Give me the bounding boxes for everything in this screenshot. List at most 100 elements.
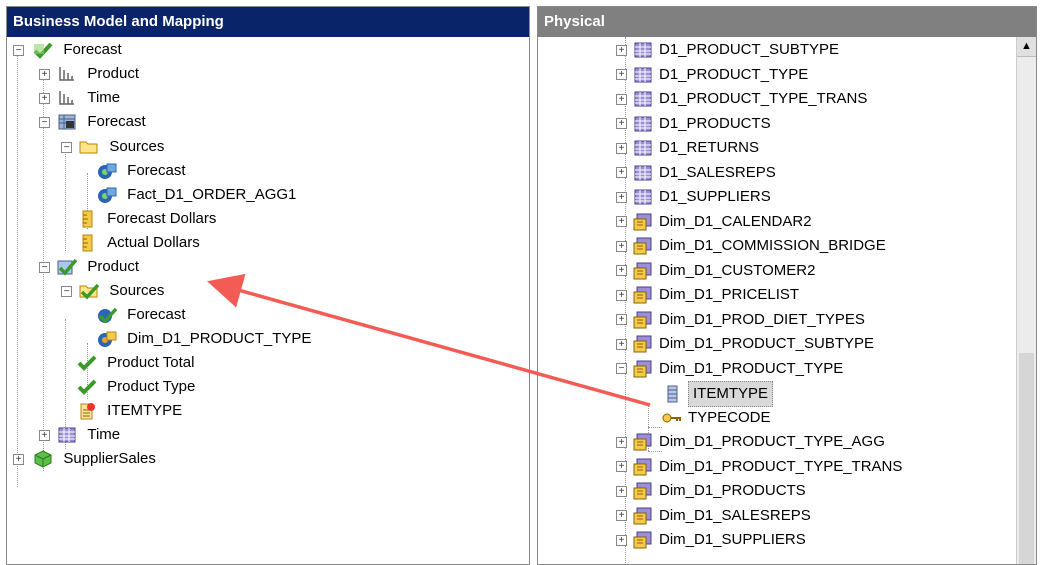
tree-item-d1-products[interactable]: + D1_PRODUCTS [616, 112, 771, 136]
table-icon [633, 115, 653, 133]
tree-item-d1-product-subtype[interactable]: + D1_PRODUCT_SUBTYPE [616, 38, 839, 62]
collapse-icon[interactable]: − [13, 45, 24, 56]
tree-item-d1-returns[interactable]: + D1_RETURNS [616, 136, 759, 160]
hierarchy-icon [57, 89, 77, 107]
tree-item-typecode[interactable]: TYPECODE [662, 406, 771, 430]
tree-item-itemtype[interactable]: ITEMTYPE [662, 381, 774, 407]
tree-item-label: D1_PRODUCT_TYPE [659, 65, 809, 83]
tree-item-label: D1_PRODUCTS [659, 114, 771, 132]
tree-item-d1-suppliers[interactable]: + D1_SUPPLIERS [616, 185, 771, 209]
sources-check-icon [79, 282, 100, 300]
collapse-icon[interactable]: − [61, 286, 72, 297]
expand-icon[interactable]: + [39, 93, 50, 104]
expand-icon[interactable]: + [616, 265, 627, 277]
collapse-icon[interactable]: − [616, 363, 627, 375]
logical-table-icon [57, 258, 78, 276]
expand-icon[interactable]: + [39, 69, 50, 80]
tree-item-dim-d1-product-subtype[interactable]: + Dim_D1_PRODUCT_SUBTYPE [616, 332, 874, 356]
tree-item-supplier-sales[interactable]: + SupplierSales [7, 447, 156, 471]
expand-icon[interactable]: + [616, 510, 627, 522]
expand-icon[interactable]: + [39, 430, 50, 441]
tree-item-source-forecast[interactable]: Forecast [97, 159, 186, 183]
expand-icon[interactable]: + [616, 289, 627, 301]
tree-item-product-sources[interactable]: − Sources [55, 279, 164, 303]
tree-item-product-table[interactable]: − Product [33, 255, 139, 279]
tree-item-d1-product-type[interactable]: + D1_PRODUCT_TYPE [616, 63, 808, 87]
expand-icon[interactable]: + [616, 69, 627, 81]
expand-icon[interactable]: + [616, 44, 627, 56]
tree-item-d1-salesreps[interactable]: + D1_SALESREPS [616, 161, 776, 185]
collapse-icon[interactable]: − [39, 262, 50, 273]
expand-icon[interactable]: + [616, 534, 627, 546]
expand-icon[interactable]: + [616, 191, 627, 203]
tree-item-dim-d1-customer2[interactable]: + Dim_D1_CUSTOMER2 [616, 259, 815, 283]
expand-icon[interactable]: + [616, 338, 627, 350]
expand-icon[interactable]: + [616, 167, 627, 179]
tree-item-dim-d1-product-type-trans[interactable]: + Dim_D1_PRODUCT_TYPE_TRANS [616, 455, 902, 479]
expand-icon[interactable]: + [13, 454, 24, 465]
logical-source-icon [97, 162, 117, 180]
tree-item-product-type[interactable]: Product Type [77, 375, 195, 399]
business-model-icon [33, 41, 53, 59]
scrollbar-thumb[interactable] [1019, 353, 1034, 564]
tree-item-label: Dim_D1_PRICELIST [659, 286, 800, 304]
folder-icon [79, 138, 99, 156]
tree-item-product-total[interactable]: Product Total [77, 351, 194, 375]
expand-icon[interactable]: + [616, 93, 627, 105]
logical-source-icon [97, 186, 117, 204]
expand-icon[interactable]: + [616, 240, 627, 252]
collapse-icon[interactable]: − [61, 142, 72, 153]
tree-item-itemtype-column[interactable]: ITEMTYPE [77, 399, 182, 423]
tree-item-source-fact-order-agg[interactable]: Fact_D1_ORDER_AGG1 [97, 183, 296, 207]
tree-item-forecast-fact[interactable]: − Forecast [33, 110, 146, 134]
alias-table-icon [633, 286, 653, 304]
tree-item-dim-d1-pricelist[interactable]: + Dim_D1_PRICELIST [616, 283, 799, 307]
tree-item-label: Dim_D1_PRODUCT_SUBTYPE [659, 335, 875, 353]
vertical-scrollbar[interactable]: ▲ [1016, 37, 1036, 564]
tree-item-label: Dim_D1_COMMISSION_BRIDGE [659, 237, 886, 255]
check-icon [77, 354, 97, 372]
expand-icon[interactable]: + [616, 142, 627, 154]
expand-icon[interactable]: + [616, 118, 627, 130]
measure-icon [77, 210, 97, 228]
physical-panel-header: Physical [538, 7, 1036, 37]
tree-item-dim-d1-calendar2[interactable]: + Dim_D1_CALENDAR2 [616, 210, 812, 234]
expand-icon[interactable]: + [616, 485, 627, 497]
scroll-up-button[interactable]: ▲ [1017, 37, 1036, 57]
tree-item-dim-d1-product-type-agg[interactable]: + Dim_D1_PRODUCT_TYPE_AGG [616, 430, 885, 454]
alias-table-icon [633, 482, 653, 500]
logical-source-check-icon [97, 306, 118, 324]
tree-item-dim-d1-products[interactable]: + Dim_D1_PRODUCTS [616, 479, 806, 503]
alias-table-icon [633, 458, 653, 476]
tree-item-dim-d1-product-type[interactable]: − Dim_D1_PRODUCT_TYPE [616, 357, 843, 381]
tree-item-time-hierarchy[interactable]: + Time [33, 86, 120, 110]
tree-item-label: Dim_D1_PRODUCT_TYPE_TRANS [659, 457, 903, 475]
table-icon [633, 66, 653, 84]
tree-item-dim-d1-suppliers[interactable]: + Dim_D1_SUPPLIERS [616, 528, 806, 552]
tree-item-label: Dim_D1_CALENDAR2 [659, 212, 812, 230]
tree-item-forecast-dollars[interactable]: Forecast Dollars [77, 207, 216, 231]
alias-table-icon [633, 335, 653, 353]
expand-icon[interactable]: + [616, 216, 627, 228]
alias-table-icon [633, 311, 653, 329]
tree-item-label: D1_PRODUCT_TYPE_TRANS [659, 90, 868, 108]
table-icon [633, 41, 653, 59]
expand-icon[interactable]: + [616, 461, 627, 473]
tree-item-sources-folder[interactable]: − Sources [55, 135, 164, 159]
collapse-icon[interactable]: − [39, 117, 50, 128]
tree-item-actual-dollars[interactable]: Actual Dollars [77, 231, 200, 255]
tree-item-product-hierarchy[interactable]: + Product [33, 62, 139, 86]
tree-item-forecast-model[interactable]: − Forecast [7, 38, 122, 62]
tree-item-dim-d1-prod-diet-types[interactable]: + Dim_D1_PROD_DIET_TYPES [616, 308, 865, 332]
tree-item-label: TYPECODE [688, 408, 771, 426]
expand-icon[interactable]: + [616, 436, 627, 448]
alias-table-icon [633, 507, 653, 525]
tree-item-time-table[interactable]: + Time [33, 423, 120, 447]
tree-item-product-source-dim-type[interactable]: Dim_D1_PRODUCT_TYPE [97, 327, 311, 351]
tree-item-dim-d1-commission-bridge[interactable]: + Dim_D1_COMMISSION_BRIDGE [616, 234, 886, 258]
table-icon [633, 90, 653, 108]
expand-icon[interactable]: + [616, 314, 627, 326]
tree-item-d1-product-type-trans[interactable]: + D1_PRODUCT_TYPE_TRANS [616, 87, 867, 111]
tree-item-product-source-forecast[interactable]: Forecast [97, 303, 186, 327]
tree-item-dim-d1-salesreps[interactable]: + Dim_D1_SALESREPS [616, 504, 811, 528]
